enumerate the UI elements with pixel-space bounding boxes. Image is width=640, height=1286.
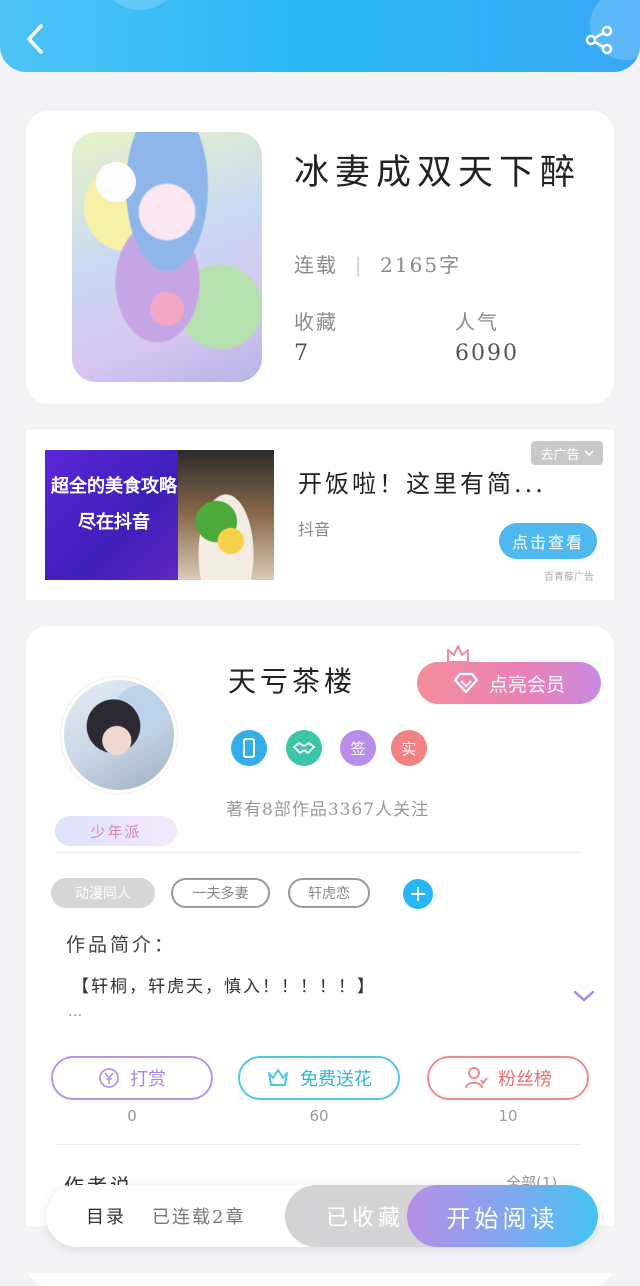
cover-decoration	[96, 162, 136, 202]
start-reading-button[interactable]: 开始阅读	[407, 1185, 598, 1247]
book-status-label: 连载	[294, 253, 338, 277]
popularity-value: 6090	[455, 341, 519, 366]
bottom-action-bar: 目录 已连载2章 已收藏 开始阅读	[46, 1185, 598, 1247]
book-word-count: 2165字	[380, 253, 462, 277]
send-flower-label: 免费送花	[300, 1069, 372, 1090]
ad-brand: 百青藤广告	[544, 572, 594, 583]
fan-count: 10	[498, 1107, 518, 1125]
fan-ranking-button[interactable]: 粉丝榜	[427, 1056, 589, 1100]
share-icon	[585, 25, 613, 55]
top-header	[0, 0, 640, 72]
chapter-status[interactable]: 已连载2章	[152, 1185, 245, 1247]
fan-icon	[465, 1067, 488, 1089]
author-name[interactable]: 天亏茶楼	[228, 660, 356, 700]
favorites-label: 收藏	[294, 310, 338, 334]
book-status: 连载 | 2165字	[294, 249, 461, 278]
back-button[interactable]	[20, 22, 50, 56]
ad-image[interactable]: 超全的美食攻略 尽在抖音	[45, 450, 274, 580]
tip-button[interactable]: 打赏	[51, 1056, 213, 1100]
vip-member-button[interactable]: 点亮会员	[417, 662, 601, 704]
intro-ellipsis: ...	[68, 1002, 83, 1020]
divider	[56, 852, 580, 853]
share-button[interactable]	[580, 24, 618, 56]
cover-decoration	[150, 292, 184, 326]
phone-icon	[243, 738, 255, 758]
ad-source: 抖音	[298, 520, 331, 539]
handshake-icon	[293, 742, 315, 754]
fan-ranking-label: 粉丝榜	[498, 1069, 552, 1090]
tag-polygamy[interactable]: 一夫多妻	[171, 878, 270, 908]
remove-ad-button[interactable]: 去广告	[531, 441, 603, 465]
crown-icon	[447, 645, 469, 663]
tag-xuanhu[interactable]: 轩虎恋	[288, 878, 370, 908]
sign-medal-icon[interactable]: 签	[340, 730, 376, 766]
yen-icon	[99, 1068, 119, 1088]
ad-image-line2: 尽在抖音	[78, 512, 150, 533]
expand-chevron-icon[interactable]	[572, 988, 596, 1004]
diamond-icon	[453, 672, 479, 694]
ad-cta-button[interactable]: 点击查看	[499, 523, 597, 559]
tag-anime-fan[interactable]: 动漫同人	[51, 878, 155, 908]
book-cover-image[interactable]	[72, 132, 262, 382]
favorites-value: 7	[294, 341, 310, 366]
phone-medal-icon[interactable]	[231, 730, 267, 766]
header-bubble-decoration	[100, 0, 180, 10]
flower-count: 60	[309, 1107, 329, 1125]
ad-image-line1: 超全的美食攻略	[51, 476, 177, 497]
flower-icon	[268, 1069, 288, 1086]
add-tag-button[interactable]: +	[403, 879, 433, 909]
book-title: 冰妻成双天下醉	[294, 153, 582, 193]
intro-text: 【轩桐，轩虎天，慎入！！！！！】	[72, 977, 376, 997]
divider	[56, 1144, 580, 1145]
handshake-medal-icon[interactable]	[286, 730, 322, 766]
tip-count: 0	[127, 1107, 137, 1125]
meta-divider: |	[346, 253, 372, 277]
author-stats: 著有8部作品3367人关注	[226, 800, 430, 820]
send-flower-button[interactable]: 免费送花	[238, 1056, 400, 1100]
vip-member-label: 点亮会员	[488, 673, 565, 696]
tip-label: 打赏	[130, 1069, 166, 1090]
ad-title[interactable]: 开饭啦！这里有简...	[298, 464, 546, 499]
ad-food-picture	[178, 450, 274, 580]
remove-ad-label: 去广告	[540, 447, 580, 463]
chevron-down-icon	[583, 450, 594, 457]
chevron-left-icon	[27, 24, 43, 54]
catalog-button[interactable]: 目录	[86, 1185, 126, 1247]
popularity-label: 人气	[455, 310, 499, 334]
author-avatar[interactable]	[61, 677, 177, 793]
level-badge: 少年派	[55, 816, 177, 846]
verified-medal-icon[interactable]: 实	[391, 730, 427, 766]
intro-label: 作品简介：	[66, 934, 177, 956]
